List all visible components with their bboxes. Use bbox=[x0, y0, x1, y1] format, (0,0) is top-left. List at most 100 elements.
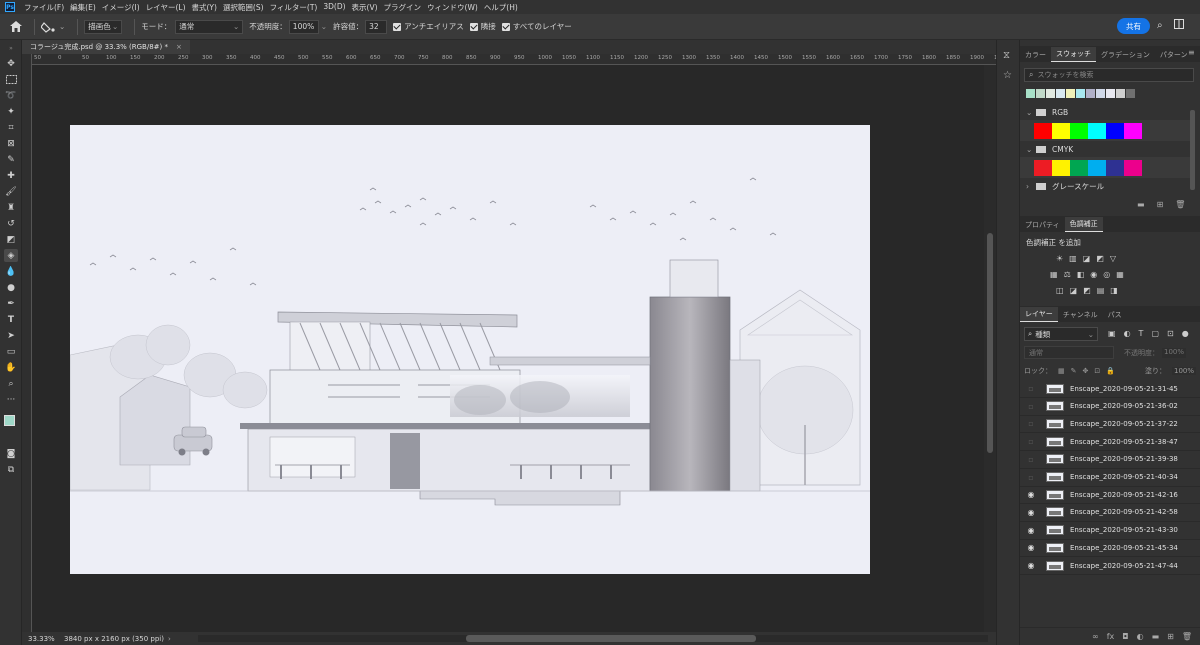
invert-icon[interactable]: ◫ bbox=[1056, 286, 1064, 295]
collapse-arrows-icon[interactable]: » bbox=[4, 42, 18, 55]
tab-layers[interactable]: レイヤー bbox=[1020, 307, 1058, 322]
posterize-icon[interactable]: ◪ bbox=[1070, 286, 1078, 295]
layer-row[interactable]: ◉ Enscape_2020-09-05-21-43-30 bbox=[1020, 522, 1200, 540]
document-canvas[interactable] bbox=[70, 125, 870, 574]
filter-shape-icon[interactable]: ▢ bbox=[1151, 329, 1159, 338]
layer-row[interactable]: ◉ Enscape_2020-09-05-21-45-34 bbox=[1020, 539, 1200, 558]
levels-icon[interactable]: ▥ bbox=[1069, 254, 1077, 263]
layer-row[interactable]: ▫ Enscape_2020-09-05-21-40-34 bbox=[1020, 469, 1200, 487]
path-selection-tool-icon[interactable]: ➤ bbox=[4, 329, 18, 342]
tab-patterns[interactable]: パターン bbox=[1155, 47, 1193, 62]
menu-item[interactable]: ヘルプ(H) bbox=[481, 2, 521, 13]
color-swatch[interactable] bbox=[1124, 159, 1142, 176]
panel-menu-icon[interactable]: ≡ bbox=[1188, 48, 1195, 57]
layer-row[interactable]: ◉ Enscape_2020-09-05-21-42-16 bbox=[1020, 486, 1200, 505]
tab-adjustments[interactable]: 色調補正 bbox=[1064, 217, 1103, 232]
menu-item[interactable]: プラグイン bbox=[381, 2, 425, 13]
menu-item[interactable]: イメージ(I) bbox=[99, 2, 143, 13]
layer-opacity-value[interactable]: 100% bbox=[1162, 348, 1187, 358]
color-balance-icon[interactable]: ⚖ bbox=[1064, 270, 1071, 279]
filter-toggle-icon[interactable]: ● bbox=[1182, 329, 1189, 338]
zoom-level[interactable]: 33.33% bbox=[28, 635, 64, 643]
layer-row[interactable]: ▫ Enscape_2020-09-05-21-38-47 bbox=[1020, 433, 1200, 452]
paint-bucket-tool-icon[interactable]: ◈ bbox=[4, 249, 18, 262]
photoshop-logo[interactable]: Ps bbox=[5, 2, 15, 12]
link-layers-icon[interactable]: ∞ bbox=[1092, 632, 1099, 641]
trash-icon[interactable]: 🗑 bbox=[1175, 200, 1185, 209]
menu-item[interactable]: 編集(E) bbox=[67, 2, 99, 13]
visibility-off-icon[interactable]: ▫ bbox=[1024, 473, 1038, 482]
marquee-tool-icon[interactable] bbox=[4, 73, 18, 86]
antialias-checkbox[interactable]: アンチエイリアス bbox=[393, 21, 464, 32]
visibility-off-icon[interactable]: ▫ bbox=[1024, 384, 1038, 393]
contiguous-checkbox[interactable]: 隣接 bbox=[469, 21, 496, 32]
horizontal-ruler[interactable]: 50 0 50 100 150 200 250 300 350 400 450 500 550 600 65… bbox=[32, 54, 996, 65]
brightness-icon[interactable]: ☀ bbox=[1056, 254, 1063, 263]
clone-stamp-tool-icon[interactable]: ♜ bbox=[4, 201, 18, 214]
menu-item[interactable]: レイヤー(L) bbox=[143, 2, 189, 13]
lasso-tool-icon[interactable]: ➰ bbox=[4, 89, 18, 102]
color-swatch[interactable] bbox=[1076, 89, 1085, 98]
color-swatch[interactable] bbox=[1116, 89, 1125, 98]
color-swatch[interactable] bbox=[1052, 122, 1070, 139]
new-group-icon[interactable]: ▬ bbox=[1152, 632, 1160, 641]
color-swatch[interactable] bbox=[1052, 159, 1070, 176]
screen-mode-icon[interactable]: ⧉ bbox=[4, 463, 18, 476]
new-layer-icon[interactable]: ⊞ bbox=[1167, 632, 1174, 641]
color-swatch[interactable] bbox=[1126, 89, 1135, 98]
blend-mode-select[interactable]: 通常 bbox=[1024, 346, 1114, 359]
color-swatch[interactable] bbox=[1086, 89, 1095, 98]
menu-item[interactable]: 書式(Y) bbox=[189, 2, 220, 13]
color-lookup-icon[interactable]: ▦ bbox=[1116, 270, 1124, 279]
layer-filter-select[interactable]: ⌕ 種類 ⌄ bbox=[1024, 327, 1098, 341]
eye-icon[interactable]: ◉ bbox=[1024, 508, 1038, 517]
menu-item[interactable]: フィルター(T) bbox=[267, 2, 321, 13]
layer-row[interactable]: ◉ Enscape_2020-09-05-21-47-44 bbox=[1020, 557, 1200, 575]
chevron-down-icon[interactable]: ⌄ bbox=[1026, 145, 1036, 154]
fill-value[interactable]: 100% bbox=[1171, 367, 1196, 375]
horizontal-scrollbar[interactable] bbox=[198, 635, 988, 642]
color-swatch[interactable] bbox=[1106, 122, 1124, 139]
new-adjustment-icon[interactable]: ◐ bbox=[1137, 632, 1144, 641]
all-layers-checkbox[interactable]: すべてのレイヤー bbox=[501, 21, 572, 32]
brush-tool-icon[interactable]: 🖌 bbox=[4, 185, 18, 198]
chevron-down-icon[interactable]: ⌄ bbox=[1026, 108, 1036, 117]
color-swatch[interactable] bbox=[1096, 89, 1105, 98]
document-info[interactable]: 3840 px x 2160 px (350 ppi) bbox=[64, 635, 164, 643]
learn-icon[interactable]: ☆ bbox=[1003, 70, 1012, 81]
menu-item[interactable]: 表示(V) bbox=[349, 2, 381, 13]
menu-item[interactable]: ウィンドウ(W) bbox=[424, 2, 481, 13]
color-swatch[interactable] bbox=[1070, 159, 1088, 176]
layer-row[interactable]: ▫ Enscape_2020-09-05-21-31-45 bbox=[1020, 380, 1200, 398]
color-swatch[interactable] bbox=[1088, 122, 1106, 139]
vertical-scroll-thumb[interactable] bbox=[987, 233, 993, 453]
photo-filter-icon[interactable]: ◉ bbox=[1090, 270, 1097, 279]
exposure-icon[interactable]: ◩ bbox=[1096, 254, 1104, 263]
horizontal-scroll-thumb[interactable] bbox=[466, 635, 756, 642]
tab-color[interactable]: カラー bbox=[1020, 47, 1051, 62]
more-tools-icon[interactable]: ··· bbox=[4, 393, 18, 406]
tab-paths[interactable]: パス bbox=[1103, 307, 1127, 322]
eye-icon[interactable]: ◉ bbox=[1024, 526, 1038, 535]
layer-row[interactable]: ▫ Enscape_2020-09-05-21-39-38 bbox=[1020, 451, 1200, 469]
zoom-tool-icon[interactable]: ⌕ bbox=[4, 377, 18, 390]
canvas-area[interactable] bbox=[32, 65, 984, 632]
lock-position-icon[interactable]: ✥ bbox=[1083, 367, 1089, 375]
folder-icon[interactable]: ▬ bbox=[1137, 200, 1145, 209]
selective-color-icon[interactable]: ◨ bbox=[1110, 286, 1118, 295]
chevron-right-icon[interactable]: › bbox=[168, 635, 171, 643]
foreground-color-swatch[interactable] bbox=[4, 415, 15, 426]
type-tool-icon[interactable]: T bbox=[4, 313, 18, 326]
threshold-icon[interactable]: ◩ bbox=[1083, 286, 1091, 295]
eraser-tool-icon[interactable]: ◩ bbox=[4, 233, 18, 246]
search-icon[interactable]: ⌕ bbox=[1157, 20, 1163, 31]
quick-mask-icon[interactable]: ◙ bbox=[4, 447, 18, 460]
swatch-group[interactable]: › グレースケール bbox=[1020, 178, 1192, 194]
workspace-icon[interactable] bbox=[1174, 19, 1184, 29]
swatch-group[interactable]: ⌄ CMYK bbox=[1020, 141, 1192, 157]
frame-tool-icon[interactable]: ⊠ bbox=[4, 137, 18, 150]
menu-item[interactable]: 3D(D) bbox=[320, 2, 348, 13]
vertical-scrollbar[interactable] bbox=[984, 65, 996, 632]
menu-item[interactable]: 選択範囲(S) bbox=[220, 2, 267, 13]
tab-gradients[interactable]: グラデーション bbox=[1096, 47, 1155, 62]
